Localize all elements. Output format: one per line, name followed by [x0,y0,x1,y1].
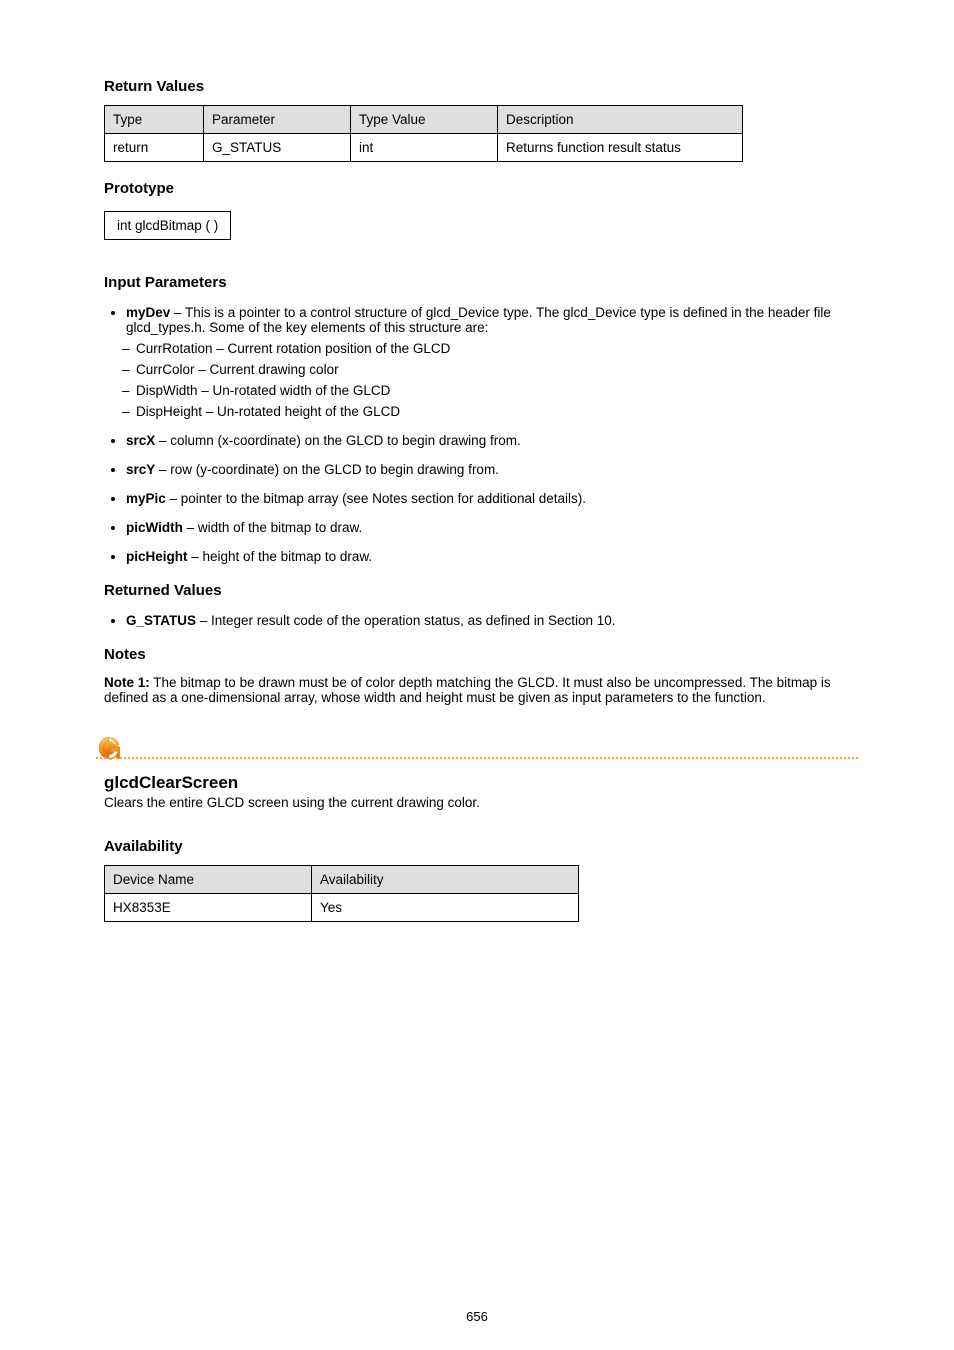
param-desc: – row (y-coordinate) on the GLCD to begi… [155,462,499,477]
param-picWidth: picWidth – width of the bitmap to draw. [126,520,858,535]
note-body: The bitmap to be drawn must be of color … [104,675,831,705]
dotted-divider [96,757,858,759]
cell-availability: Yes [312,894,579,922]
returned-values-list: G_STATUS – Integer result code of the op… [126,613,858,628]
param-desc: – Integer result code of the operation s… [196,613,616,628]
prototype-code: int glcdBitmap ( ) [117,218,218,233]
param-desc: – column (x-coordinate) on the GLCD to b… [155,433,520,448]
function-description: Clears the entire GLCD screen using the … [104,795,858,810]
sub-item: CurrColor – Current drawing color [136,362,858,377]
param-desc: – width of the bitmap to draw. [183,520,362,535]
cell-type-value: int [351,134,498,162]
param-desc: – This is a pointer to a control structu… [126,305,831,335]
param-name: myDev [126,305,170,320]
param-name: srcX [126,433,155,448]
return-values-table: Type Parameter Type Value Description re… [104,105,743,162]
section-heading-returned-values: Returned Values [104,582,858,599]
param-name: picWidth [126,520,183,535]
note-label: Note 1: [104,675,150,690]
function-title: glcdClearScreen [104,773,858,793]
param-myPic: myPic – pointer to the bitmap array (see… [126,491,858,506]
input-params-list: myDev – This is a pointer to a control s… [126,305,858,564]
param-desc: – height of the bitmap to draw. [188,549,373,564]
table-header-row: Type Parameter Type Value Description [105,106,743,134]
col-type-value: Type Value [351,106,498,134]
col-parameter: Parameter [204,106,351,134]
param-desc: – pointer to the bitmap array (see Notes… [166,491,586,506]
col-availability: Availability [312,866,579,894]
sub-item: DispWidth – Un-rotated width of the GLCD [136,383,858,398]
param-name: picHeight [126,549,188,564]
table-row: return G_STATUS int Returns function res… [105,134,743,162]
col-description: Description [498,106,743,134]
col-type: Type [105,106,204,134]
table-header-row: Device Name Availability [105,866,579,894]
param-g-status: G_STATUS – Integer result code of the op… [126,613,858,628]
col-device-name: Device Name [105,866,312,894]
param-srcY: srcY – row (y-coordinate) on the GLCD to… [126,462,858,477]
param-name: G_STATUS [126,613,196,628]
section-heading-availability: Availability [104,838,858,855]
param-myDev: myDev – This is a pointer to a control s… [126,305,858,419]
section-heading-return-values: Return Values [104,78,858,95]
prototype-box: int glcdBitmap ( ) [104,211,231,240]
page-number: 656 [0,1309,954,1324]
sub-item: DispHeight – Un-rotated height of the GL… [136,404,858,419]
param-name: srcY [126,462,155,477]
section-heading-input-params: Input Parameters [104,274,858,291]
param-srcX: srcX – column (x-coordinate) on the GLCD… [126,433,858,448]
section-divider [96,735,858,765]
availability-table: Device Name Availability HX8353E Yes [104,865,579,922]
g-logo-icon [96,735,124,765]
cell-type: return [105,134,204,162]
section-heading-prototype: Prototype [104,180,858,197]
param-myDev-sublist: CurrRotation – Current rotation position… [136,341,858,419]
param-name: myPic [126,491,166,506]
cell-parameter: G_STATUS [204,134,351,162]
section-heading-notes: Notes [104,646,858,663]
table-row: HX8353E Yes [105,894,579,922]
sub-item: CurrRotation – Current rotation position… [136,341,858,356]
note-block: Note 1: The bitmap to be drawn must be o… [104,675,844,705]
cell-device-name: HX8353E [105,894,312,922]
cell-description: Returns function result status [498,134,743,162]
param-picHeight: picHeight – height of the bitmap to draw… [126,549,858,564]
